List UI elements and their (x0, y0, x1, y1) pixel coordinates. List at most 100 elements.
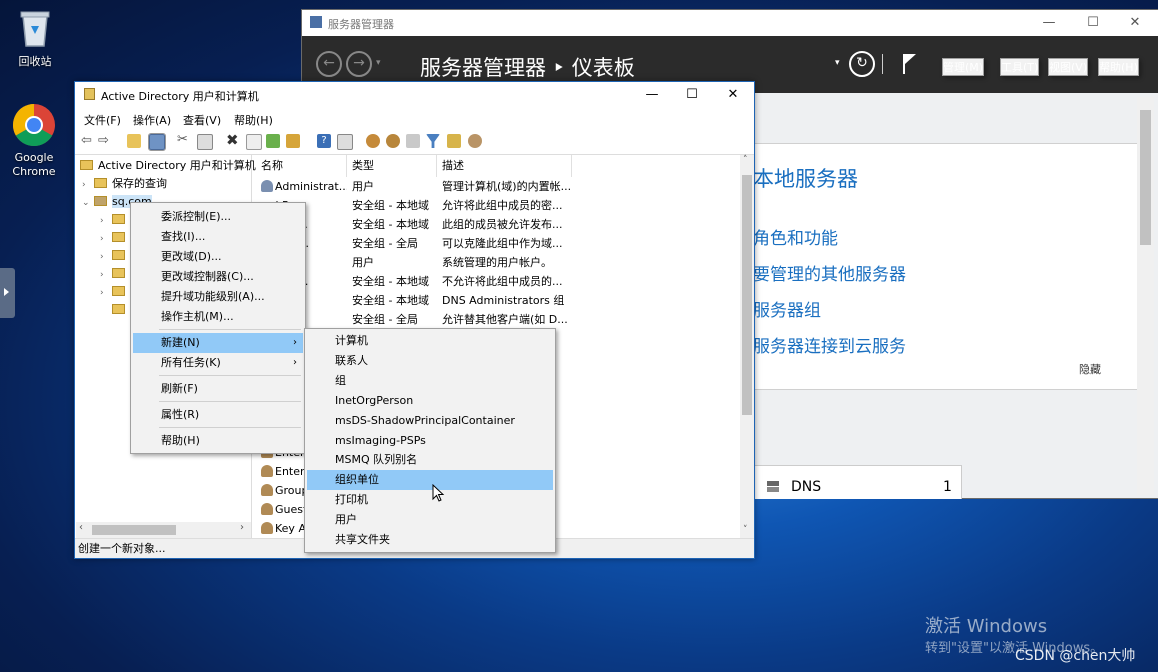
tree-child-1[interactable]: › (100, 211, 130, 229)
table-row[interactable]: ...mins安全组 - 本地域DNS Administrators 组 (256, 291, 740, 310)
show-tree-icon[interactable] (148, 133, 166, 151)
forward-arrow-icon[interactable]: ⇨ (98, 133, 109, 148)
ad-maximize-button[interactable]: ☐ (672, 82, 712, 108)
ad-menu-action[interactable]: 操作(A) (133, 112, 171, 128)
tree-child-6[interactable] (112, 301, 130, 319)
submenu-item[interactable]: 用户 (307, 510, 553, 530)
cut-icon[interactable]: ✂ (177, 132, 188, 147)
notification-flag-icon[interactable] (902, 52, 918, 76)
new-user-icon[interactable] (366, 134, 380, 148)
col-type[interactable]: 类型 (347, 155, 437, 177)
recycle-bin-desktop-icon[interactable]: 回收站 (2, 8, 68, 69)
menu-item-properties[interactable]: 属性(R) (133, 405, 303, 425)
history-dropdown-icon[interactable]: ▾ (376, 58, 381, 68)
submenu-item[interactable]: 联系人 (307, 351, 553, 371)
menu-item-new[interactable]: 新建(N) › (133, 333, 303, 353)
sm-titlebar[interactable]: 服务器管理器 — ☐ ✕ (302, 10, 1158, 36)
menu-help[interactable]: 帮助(H) (1098, 58, 1139, 76)
table-row[interactable]: ...date...安全组 - 全局允许替其他客户端(如 D... (256, 310, 740, 329)
tree-saved-queries[interactable]: › 保存的查询 (82, 175, 167, 193)
expand-arrow-icon[interactable]: › (82, 176, 94, 194)
menu-item-refresh[interactable]: 刷新(F) (133, 379, 303, 399)
tree-child-4[interactable]: › (100, 265, 130, 283)
table-row[interactable]: ...d RO...安全组 - 本地域不允许将此组中成员的... (256, 272, 740, 291)
ad-titlebar[interactable]: Active Directory 用户和计算机 — ☐ ✕ (75, 82, 754, 108)
tree-child-5[interactable]: › (100, 283, 130, 301)
dns-tile[interactable]: DNS 1 (742, 465, 962, 499)
properties-icon[interactable] (246, 134, 262, 150)
sm-scrollbar[interactable] (1137, 97, 1154, 495)
hide-link[interactable]: 隐藏 (1079, 361, 1101, 377)
table-row[interactable]: ...ublis...安全组 - 本地域此组的成员被允许发布... (256, 215, 740, 234)
submenu-item[interactable]: MSMQ 队列别名 (307, 450, 553, 470)
link-roles-features[interactable]: 角色和功能 (753, 224, 838, 249)
menu-item-all-tasks[interactable]: 所有任务(K) › (133, 353, 303, 373)
menu-item-raise-level[interactable]: 提升域功能级别(A)... (133, 287, 303, 307)
menu-item-operations-masters[interactable]: 操作主机(M)... (133, 307, 303, 327)
table-row[interactable]: Administrat... 用户 管理计算机(域)的内置帐... (256, 177, 740, 196)
refresh-icon[interactable]: ↻ (849, 51, 875, 77)
copy-icon[interactable] (197, 134, 213, 150)
add-to-group-icon[interactable] (447, 134, 461, 148)
link-other-servers[interactable]: 要管理的其他服务器 (753, 260, 906, 285)
scroll-right-icon[interactable]: › (240, 522, 244, 533)
menu-item-help[interactable]: 帮助(H) (133, 431, 303, 451)
tree-child-2[interactable]: › (100, 229, 130, 247)
expand-arrow-icon[interactable]: › (100, 212, 112, 230)
menu-item-change-domain[interactable]: 更改域(D)... (133, 247, 303, 267)
table-row[interactable]: Enter (256, 462, 306, 481)
table-row[interactable]: ...able ...安全组 - 全局可以克隆此组中作为域... (256, 234, 740, 253)
side-panel-handle[interactable] (0, 268, 15, 318)
menu-item-delegate-control[interactable]: 委派控制(E)... (133, 207, 303, 227)
delete-icon[interactable]: ✖ (226, 131, 239, 149)
ad-menu-file[interactable]: 文件(F) (84, 112, 121, 128)
minimize-button[interactable]: — (1029, 10, 1069, 36)
tree-child-3[interactable]: › (100, 247, 130, 265)
expand-arrow-icon[interactable]: › (100, 230, 112, 248)
chrome-desktop-icon[interactable]: Google Chrome (1, 103, 67, 179)
close-button[interactable]: ✕ (1115, 10, 1155, 36)
list-vscroll[interactable]: ˄ ˅ (740, 155, 754, 538)
back-icon[interactable]: ← (316, 51, 342, 77)
table-row[interactable]: Key A (256, 519, 306, 538)
table-row[interactable]: ...d Re...安全组 - 本地域允许将此组中成员的密... (256, 196, 740, 215)
menu-view[interactable]: 视图(V) (1048, 58, 1089, 76)
expand-arrow-icon[interactable]: › (100, 284, 112, 302)
menu-manage[interactable]: 管理(M) (942, 58, 985, 76)
table-row[interactable]: ...tAcc...用户系统管理的用户帐户。 (256, 253, 740, 272)
collapse-arrow-icon[interactable]: ⌄ (82, 194, 94, 212)
submenu-item[interactable]: 共享文件夹 (307, 530, 553, 550)
ad-minimize-button[interactable]: — (632, 82, 672, 108)
ad-menu-view[interactable]: 查看(V) (183, 112, 221, 128)
table-row[interactable]: Group (256, 481, 306, 500)
submenu-item[interactable]: msDS-ShadowPrincipalContainer (307, 411, 553, 431)
export-list-icon[interactable] (286, 134, 300, 148)
submenu-item[interactable]: 组 (307, 371, 553, 391)
maximize-button[interactable]: ☐ (1073, 10, 1113, 36)
back-arrow-icon[interactable]: ⇦ (81, 133, 92, 148)
ad-close-button[interactable]: ✕ (713, 82, 753, 108)
link-server-groups[interactable]: 服务器组 (753, 296, 821, 321)
refresh-list-icon[interactable] (266, 134, 280, 148)
table-row[interactable]: Guest (256, 500, 306, 519)
menu-item-change-dc[interactable]: 更改域控制器(C)... (133, 267, 303, 287)
up-folder-icon[interactable] (127, 134, 141, 148)
help-icon[interactable]: ? (317, 134, 331, 148)
menu-item-find[interactable]: 查找(I)... (133, 227, 303, 247)
scroll-left-icon[interactable]: ‹ (79, 522, 83, 533)
submenu-item[interactable]: msImaging-PSPs (307, 431, 553, 451)
scroll-up-icon[interactable]: ˄ (743, 155, 748, 165)
link-cloud-services[interactable]: 服务器连接到云服务 (753, 332, 906, 357)
submenu-item[interactable]: 计算机 (307, 331, 553, 351)
col-desc[interactable]: 描述 (437, 155, 572, 177)
filter-icon[interactable] (426, 134, 440, 148)
list-vscroll-thumb[interactable] (742, 175, 752, 415)
expand-arrow-icon[interactable]: › (100, 248, 112, 266)
dropdown-icon[interactable]: ▾ (835, 58, 840, 68)
find-users-icon[interactable] (468, 134, 482, 148)
sm-scroll-thumb[interactable] (1140, 110, 1151, 245)
new-group-icon[interactable] (386, 134, 400, 148)
local-server-heading[interactable]: 本地服务器 (753, 163, 858, 193)
tree-root[interactable]: Active Directory 用户和计算机 (80, 157, 256, 175)
new-ou-icon[interactable] (406, 134, 420, 148)
